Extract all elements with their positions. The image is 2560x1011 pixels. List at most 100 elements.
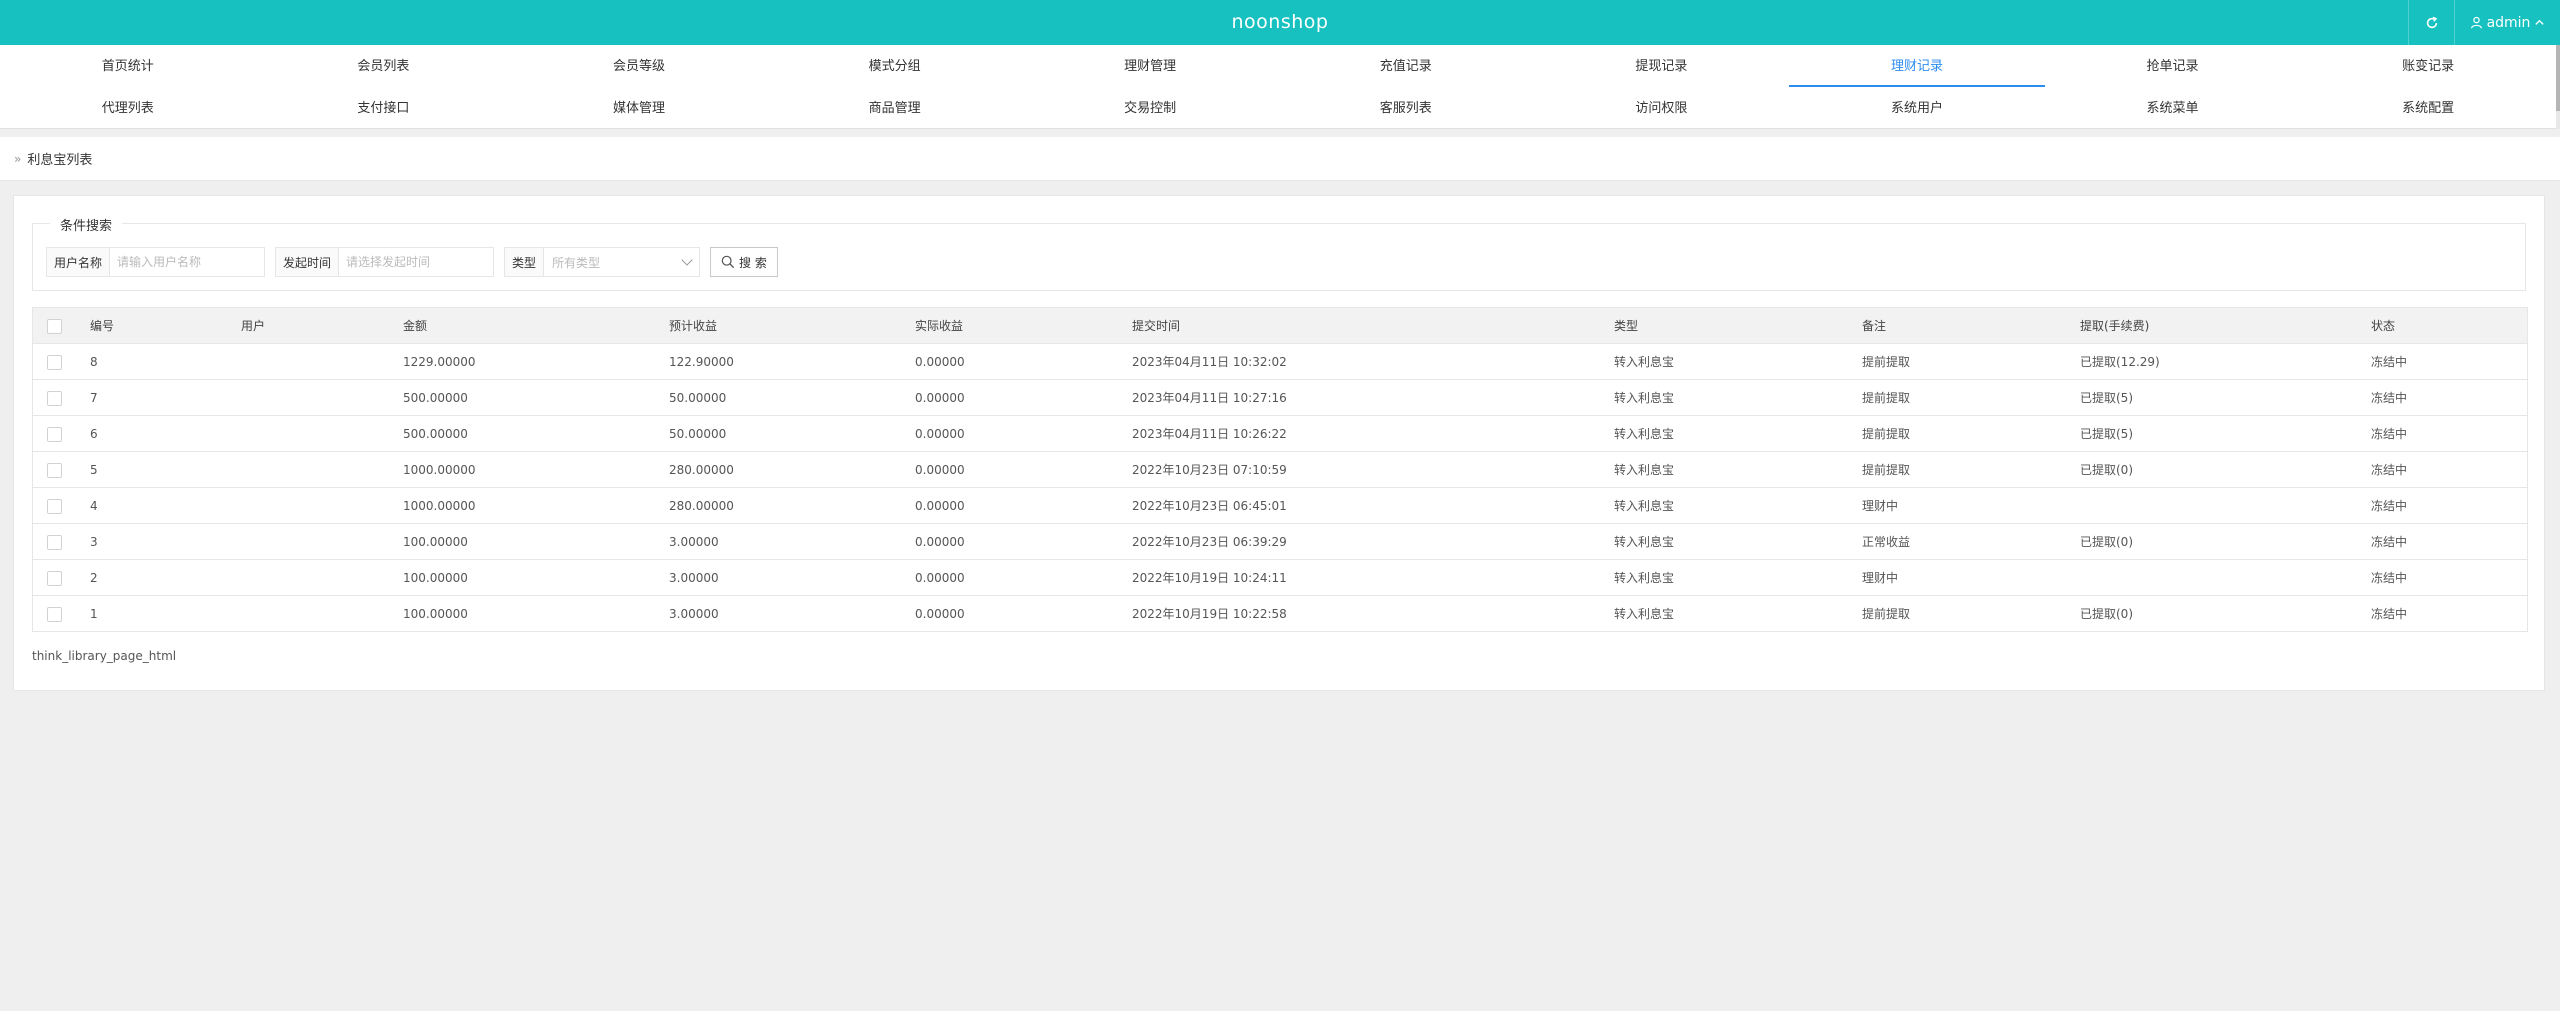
nav-scrollbar-thumb[interactable] (2556, 45, 2560, 111)
search-button-label: 搜 索 (739, 255, 767, 270)
nav-tab[interactable]: 系统用户 (1789, 87, 2045, 129)
header-col-status: 状态 (2371, 319, 2396, 333)
nav-tab[interactable]: 充值记录 (1278, 45, 1534, 87)
cell-col-id: 6 (90, 427, 98, 441)
time-field: 发起时间 (275, 247, 495, 277)
nav-tab[interactable]: 提现记录 (1534, 45, 1790, 87)
header-col-id: 编号 (90, 319, 115, 333)
row-checkbox[interactable] (47, 499, 62, 514)
nav-tab[interactable]: 模式分组 (767, 45, 1023, 87)
nav-scrollbar[interactable] (2556, 45, 2560, 129)
table-row: 5 1000.00000 280.00000 0.00000 2022年10月23日 0… (33, 452, 2527, 488)
cell-col-remark: 提前提取 (1862, 427, 1911, 441)
cell-col-amount: 500.00000 (403, 427, 468, 441)
nav-tab[interactable]: 交易控制 (1022, 87, 1278, 129)
cell-col-expected: 50.00000 (669, 391, 727, 405)
cell-col-actual: 0.00000 (915, 607, 965, 621)
row-checkbox[interactable] (47, 607, 62, 622)
cell-col-status: 冻结中 (2371, 571, 2408, 585)
header-col-time: 提交时间 (1132, 319, 1181, 333)
nav-tab[interactable]: 系统菜单 (2045, 87, 2301, 129)
cell-col-remark: 正常收益 (1862, 535, 1911, 549)
cell-col-type: 转入利息宝 (1614, 571, 1675, 585)
cell-col-remark: 提前提取 (1862, 607, 1911, 621)
nav-tab[interactable]: 客服列表 (1278, 87, 1534, 129)
cell-col-amount: 100.00000 (403, 535, 468, 549)
cell-col-time: 2022年10月23日 06:45:01 (1132, 499, 1287, 513)
cell-col-status: 冻结中 (2371, 391, 2408, 405)
cell-col-status: 冻结中 (2371, 499, 2408, 513)
nav-tab[interactable]: 账变记录 (2300, 45, 2556, 87)
pagination-text: think_library_page_html (32, 649, 177, 663)
time-input[interactable] (339, 248, 494, 276)
cell-col-actual: 0.00000 (915, 535, 965, 549)
cell-col-time: 2022年10月19日 10:24:11 (1132, 571, 1287, 585)
time-label: 发起时间 (276, 248, 340, 276)
cell-col-remark: 理财中 (1862, 499, 1899, 513)
cell-col-remark: 理财中 (1862, 571, 1899, 585)
cell-col-remark: 提前提取 (1862, 355, 1911, 369)
cell-col-actual: 0.00000 (915, 427, 965, 441)
username-input[interactable] (110, 248, 265, 276)
refresh-icon (2426, 16, 2437, 28)
nav-tab[interactable]: 代理列表 (0, 87, 256, 129)
header-col-remark: 备注 (1862, 319, 1887, 333)
type-field: 类型 所有类型 (504, 247, 701, 277)
search-button[interactable]: 搜 索 (710, 247, 778, 277)
cell-col-amount: 100.00000 (403, 571, 468, 585)
nav-row-1: 首页统计 会员列表 会员等级 模式分组 理财管理 充值记录 提现记录 理财记录 抢单记录 账变记录 (0, 45, 2556, 87)
cell-col-amount: 1000.00000 (403, 499, 476, 513)
nav-tab[interactable]: 抢单记录 (2045, 45, 2301, 87)
table-row: 2 100.00000 3.00000 0.00000 2022年10月19日 10:2… (33, 560, 2527, 596)
cell-col-id: 3 (90, 535, 98, 549)
user-icon (2470, 16, 2482, 29)
user-name: admin (2486, 14, 2531, 31)
nav-tab[interactable]: 支付接口 (256, 87, 512, 129)
nav-tab[interactable]: 首页统计 (0, 45, 256, 87)
cell-col-expected: 3.00000 (669, 535, 719, 549)
cell-col-actual: 0.00000 (915, 499, 965, 513)
type-select-value: 所有类型 (552, 255, 601, 270)
cell-col-expected: 280.00000 (669, 463, 734, 477)
cell-col-type: 转入利息宝 (1614, 499, 1675, 513)
cell-col-id: 2 (90, 571, 98, 585)
cell-col-amount: 500.00000 (403, 391, 468, 405)
row-checkbox[interactable] (47, 571, 62, 586)
table-row: 1 100.00000 3.00000 0.00000 2022年10月19日 10:2… (33, 596, 2527, 632)
cell-col-expected: 3.00000 (669, 607, 719, 621)
nav-tab[interactable]: 媒体管理 (511, 87, 767, 129)
breadcrumb: » 利息宝列表 (0, 137, 2560, 181)
nav-tab[interactable]: 访问权限 (1534, 87, 1790, 129)
header-col-amount: 金额 (403, 319, 428, 333)
cell-col-type: 转入利息宝 (1614, 391, 1675, 405)
select-all-checkbox[interactable] (47, 319, 62, 334)
nav-tab[interactable]: 理财记录 (1789, 45, 2045, 87)
nav-tab[interactable]: 系统配置 (2300, 87, 2556, 129)
type-select[interactable]: 所有类型 (544, 248, 699, 276)
nav-tab[interactable]: 会员等级 (511, 45, 767, 87)
nav-tab[interactable]: 理财管理 (1022, 45, 1278, 87)
header-col-actual: 实际收益 (915, 319, 964, 333)
cell-col-expected: 122.90000 (669, 355, 734, 369)
cell-col-time: 2023年04月11日 10:26:22 (1132, 427, 1287, 441)
cell-col-expected: 50.00000 (669, 427, 727, 441)
row-checkbox[interactable] (47, 427, 62, 442)
cell-col-time: 2023年04月11日 10:32:02 (1132, 355, 1287, 369)
top-actions: admin (2408, 0, 2560, 45)
table-row: 6 500.00000 50.00000 0.00000 2023年04月11日 10:… (33, 416, 2527, 452)
breadcrumb-separator: » (14, 151, 22, 166)
cell-col-actual: 0.00000 (915, 571, 965, 585)
cell-col-withdraw: 已提取(0) (2080, 463, 2133, 477)
row-checkbox[interactable] (47, 463, 62, 478)
row-checkbox[interactable] (47, 535, 62, 550)
nav-tab[interactable]: 商品管理 (767, 87, 1023, 129)
refresh-button[interactable] (2408, 0, 2454, 45)
cell-col-id: 7 (90, 391, 98, 405)
cell-col-status: 冻结中 (2371, 463, 2408, 477)
row-checkbox[interactable] (47, 355, 62, 370)
cell-col-status: 冻结中 (2371, 535, 2408, 549)
nav-tab[interactable]: 会员列表 (256, 45, 512, 87)
row-checkbox[interactable] (47, 391, 62, 406)
user-menu-button[interactable]: admin (2454, 0, 2560, 45)
cell-col-type: 转入利息宝 (1614, 427, 1675, 441)
